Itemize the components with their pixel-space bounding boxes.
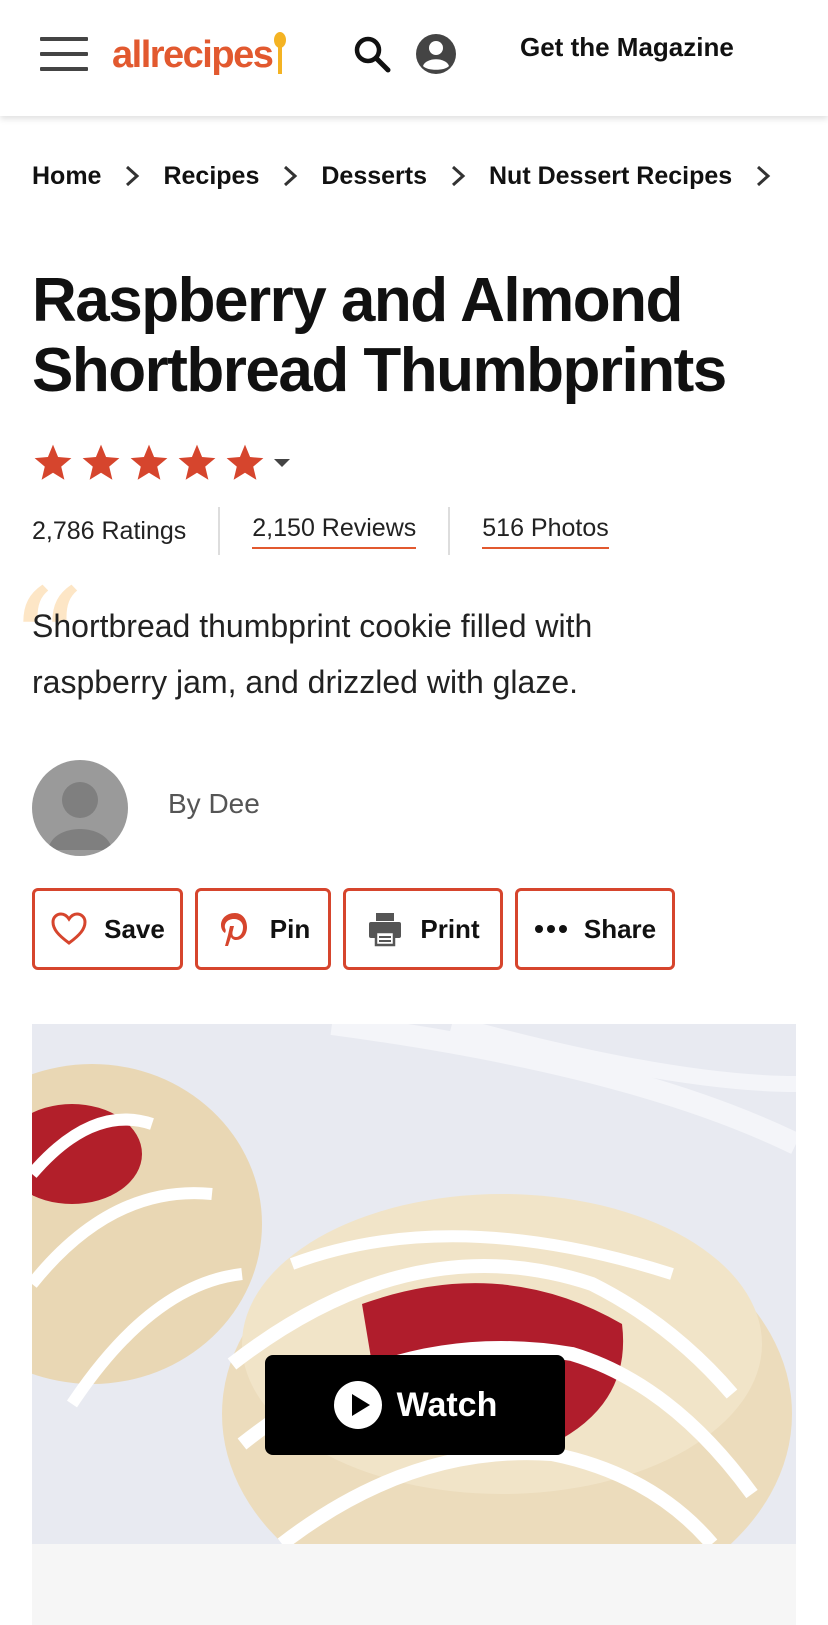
breadcrumb-recipes[interactable]: Recipes — [163, 162, 259, 191]
recipe-video[interactable]: Watch — [32, 1024, 796, 1544]
reviews-link[interactable]: 2,150 Reviews — [252, 514, 417, 549]
rating-stats: 2,786 Ratings 2,150 Reviews 516 Photos — [32, 506, 609, 556]
account-icon[interactable] — [415, 33, 457, 75]
heart-icon — [51, 912, 87, 945]
breadcrumb-nut-dessert-recipes[interactable]: Nut Dessert Recipes — [489, 162, 732, 191]
user-silhouette-icon — [48, 782, 112, 850]
pin-button[interactable]: Pin — [195, 888, 331, 970]
allrecipes-logo[interactable]: allrecipes — [112, 30, 287, 80]
chevron-right-icon — [284, 165, 298, 187]
cookie-photo — [32, 1024, 796, 1544]
caret-down-icon[interactable] — [274, 458, 290, 468]
breadcrumb-desserts[interactable]: Desserts — [321, 162, 427, 191]
pinterest-icon — [220, 913, 247, 946]
printer-icon — [369, 913, 402, 947]
star-icon — [130, 444, 168, 480]
media-caption-area — [32, 1544, 796, 1625]
photos-link[interactable]: 516 Photos — [482, 514, 609, 549]
watch-video-button[interactable]: Watch — [265, 1355, 565, 1455]
breadcrumb: Home Recipes Desserts Nut Dessert Recipe… — [32, 158, 794, 194]
share-button[interactable]: Share — [515, 888, 675, 970]
search-icon[interactable] — [352, 34, 392, 74]
author-byline[interactable]: By Dee — [168, 788, 260, 820]
print-label: Print — [420, 913, 480, 944]
divider — [448, 507, 451, 555]
star-icon — [178, 444, 216, 480]
chevron-right-icon — [757, 165, 771, 187]
divider — [218, 507, 221, 555]
save-button[interactable]: Save — [32, 888, 183, 970]
chevron-right-icon — [126, 165, 140, 187]
star-icon — [82, 444, 120, 480]
page-title: Raspberry and Almond Shortbread Thumbpri… — [32, 266, 727, 405]
spoon-icon — [274, 32, 287, 74]
site-header: allrecipes Get the Magazine — [0, 0, 828, 116]
play-icon — [333, 1381, 382, 1429]
star-rating[interactable] — [32, 441, 290, 485]
chevron-right-icon — [451, 165, 466, 187]
recipe-description: Shortbread thumbprint cookie filled with… — [32, 608, 593, 700]
star-icon — [34, 444, 72, 480]
hamburger-menu-icon[interactable] — [40, 37, 88, 71]
pin-label: Pin — [269, 913, 311, 944]
print-button[interactable]: Print — [343, 888, 503, 970]
get-the-magazine-link[interactable]: Get the Magazine — [520, 32, 734, 63]
more-dots-icon — [534, 925, 567, 933]
author-avatar[interactable] — [32, 760, 128, 856]
logo-text: allrecipes — [112, 34, 274, 76]
star-icon — [226, 444, 264, 480]
share-label: Share — [583, 913, 657, 944]
recipe-actions: Save Pin Print Share — [32, 888, 687, 976]
breadcrumb-home[interactable]: Home — [32, 162, 101, 191]
save-label: Save — [104, 913, 165, 944]
ratings-count: 2,786 Ratings — [32, 516, 187, 545]
watch-label: Watch — [396, 1385, 498, 1424]
